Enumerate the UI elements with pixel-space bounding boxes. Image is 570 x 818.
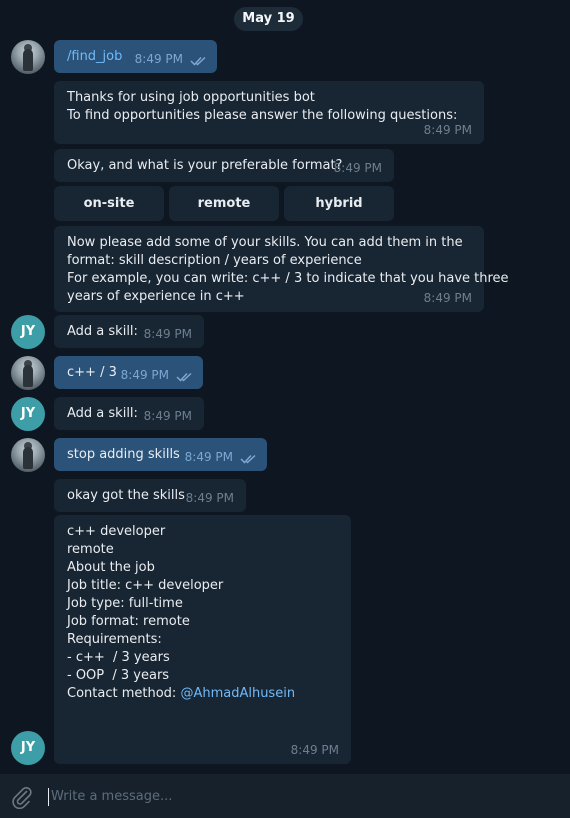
contact-line: Contact method: @AhmadAlhusein [67, 685, 338, 703]
message-text: c++ developer [67, 524, 166, 539]
message-text: To find opportunities please answer the … [67, 108, 458, 123]
message-text: Add a skill: [67, 406, 138, 421]
user-avatar[interactable] [11, 40, 45, 74]
message-text: About the job [67, 560, 155, 575]
message-time: 8:49 PM [423, 123, 472, 137]
message-time: 8:49 PM [143, 409, 192, 423]
message-bubble-incoming[interactable]: Okay, and what is your preferable format… [54, 149, 394, 182]
message-text: years of experience in c++ [67, 289, 245, 304]
message-time: 8:49 PM [134, 52, 183, 66]
keyboard-button-hybrid[interactable]: hybrid [284, 186, 394, 221]
message-text: - OOP / 3 years [67, 668, 170, 683]
message-text: Now please add some of your skills. You … [67, 235, 463, 250]
message-time: 8:49 PM [143, 327, 192, 341]
text-cursor [48, 788, 49, 806]
message-bubble-outgoing[interactable]: /find_job 8:49 PM [54, 40, 217, 73]
message-text: - c++ / 3 years [67, 650, 170, 665]
message-text: Add a skill: [67, 324, 138, 339]
keyboard-button-onsite[interactable]: on-site [54, 186, 164, 221]
message-text: Okay, and what is your preferable format… [67, 158, 343, 173]
message-text: For example, you can write: c++ / 3 to i… [67, 271, 509, 286]
bot-command[interactable]: /find_job [67, 49, 122, 64]
message-time: 8:49 PM [184, 450, 233, 464]
message-composer [0, 774, 570, 818]
contact-username-link[interactable]: @AhmadAlhusein [180, 686, 295, 701]
message-time: 8:49 PM [185, 491, 234, 505]
message-time: 8:49 PM [120, 368, 169, 382]
message-text: stop adding skills [67, 447, 180, 462]
bot-avatar[interactable]: JY [11, 731, 45, 765]
message-text: Job format: remote [67, 614, 190, 629]
user-avatar[interactable] [11, 438, 45, 472]
message-time: 8:49 PM [423, 291, 472, 305]
message-bubble-incoming[interactable]: okay got the skills 8:49 PM [54, 479, 246, 512]
message-text: Job title: c++ developer [67, 578, 224, 593]
double-check-icon [176, 372, 192, 382]
message-text: format: skill description / years of exp… [67, 253, 362, 268]
message-time: 8:49 PM [333, 161, 382, 175]
keyboard-button-remote[interactable]: remote [169, 186, 279, 221]
message-text: Job type: full-time [67, 596, 183, 611]
message-bubble-incoming[interactable]: Add a skill: 8:49 PM [54, 397, 204, 430]
message-bubble-outgoing[interactable]: stop adding skills 8:49 PM [54, 438, 267, 471]
message-text: remote [67, 542, 114, 557]
date-separator: May 19 [234, 7, 303, 31]
message-text: okay got the skills [67, 488, 185, 503]
message-text: Requirements: [67, 632, 162, 647]
user-avatar[interactable] [11, 356, 45, 390]
message-bubble-incoming[interactable]: Now please add some of your skills. You … [54, 226, 509, 312]
double-check-icon [240, 454, 256, 464]
message-text: c++ / 3 [67, 365, 117, 380]
message-bubble-outgoing[interactable]: c++ / 3 8:49 PM [54, 356, 203, 389]
message-bubble-incoming[interactable]: Thanks for using job opportunities bot T… [54, 81, 484, 144]
message-text: Thanks for using job opportunities bot [67, 90, 315, 105]
job-posting-message[interactable]: c++ developer remote About the job Job t… [54, 515, 351, 764]
paperclip-icon[interactable] [10, 785, 34, 809]
message-input[interactable] [51, 789, 531, 804]
bot-avatar[interactable]: JY [11, 397, 45, 431]
contact-label: Contact method: [67, 686, 181, 701]
message-bubble-incoming[interactable]: Add a skill: 8:49 PM [54, 315, 204, 348]
double-check-icon [190, 56, 206, 66]
message-time: 8:49 PM [290, 743, 339, 757]
bot-avatar[interactable]: JY [11, 315, 45, 349]
